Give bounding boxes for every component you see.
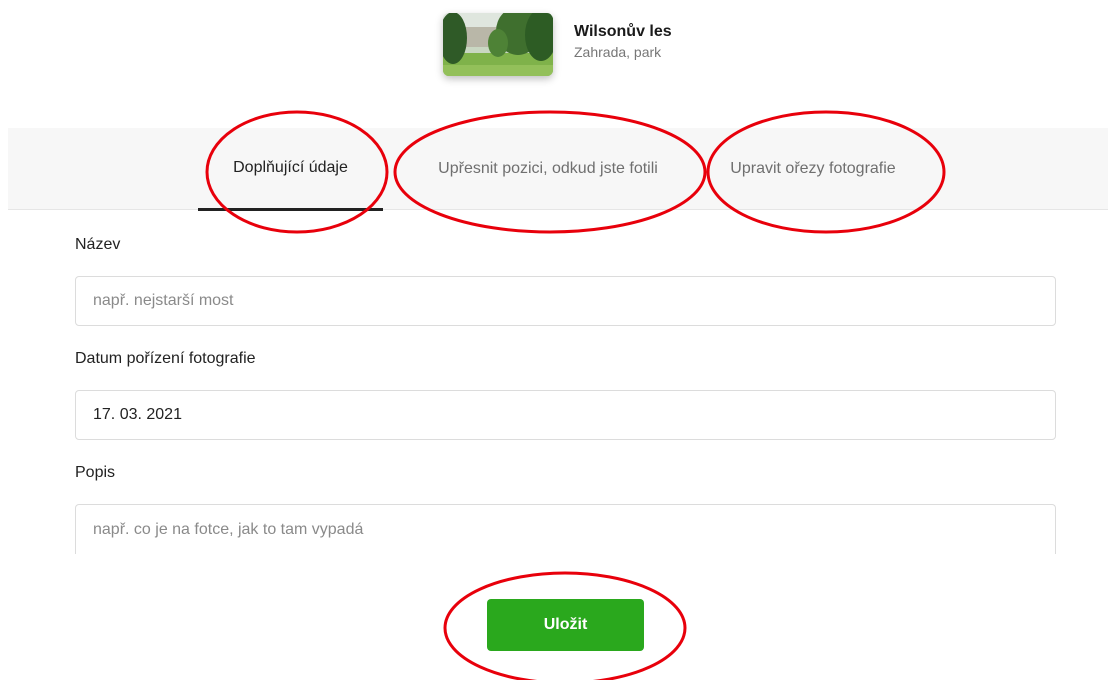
place-type: Zahrada, park (574, 44, 662, 60)
date-label: Datum pořízení fotografie (75, 350, 256, 367)
date-input[interactable] (75, 390, 1056, 440)
park-photo-thumbnail (443, 13, 553, 76)
tab-additional-details[interactable]: Doplňující údaje (198, 128, 383, 211)
tab-edit-crops[interactable]: Upravit ořezy fotografie (708, 128, 918, 209)
place-info: Wilsonův les Zahrada, park (574, 22, 672, 61)
name-label: Název (75, 236, 121, 253)
photo-edit-page: Wilsonův les Zahrada, park Doplňující úd… (0, 0, 1108, 680)
tabs-bar: Doplňující údaje Upřesnit pozici, odkud … (8, 128, 1108, 211)
name-input[interactable] (75, 276, 1056, 326)
place-card: Wilsonův les Zahrada, park (443, 13, 672, 76)
save-button[interactable]: Uložit (487, 599, 644, 651)
place-name: Wilsonův les (574, 23, 672, 40)
tab-refine-position[interactable]: Upřesnit pozici, odkud jste fotili (398, 128, 698, 209)
description-label: Popis (75, 464, 116, 481)
place-thumbnail (443, 13, 553, 76)
